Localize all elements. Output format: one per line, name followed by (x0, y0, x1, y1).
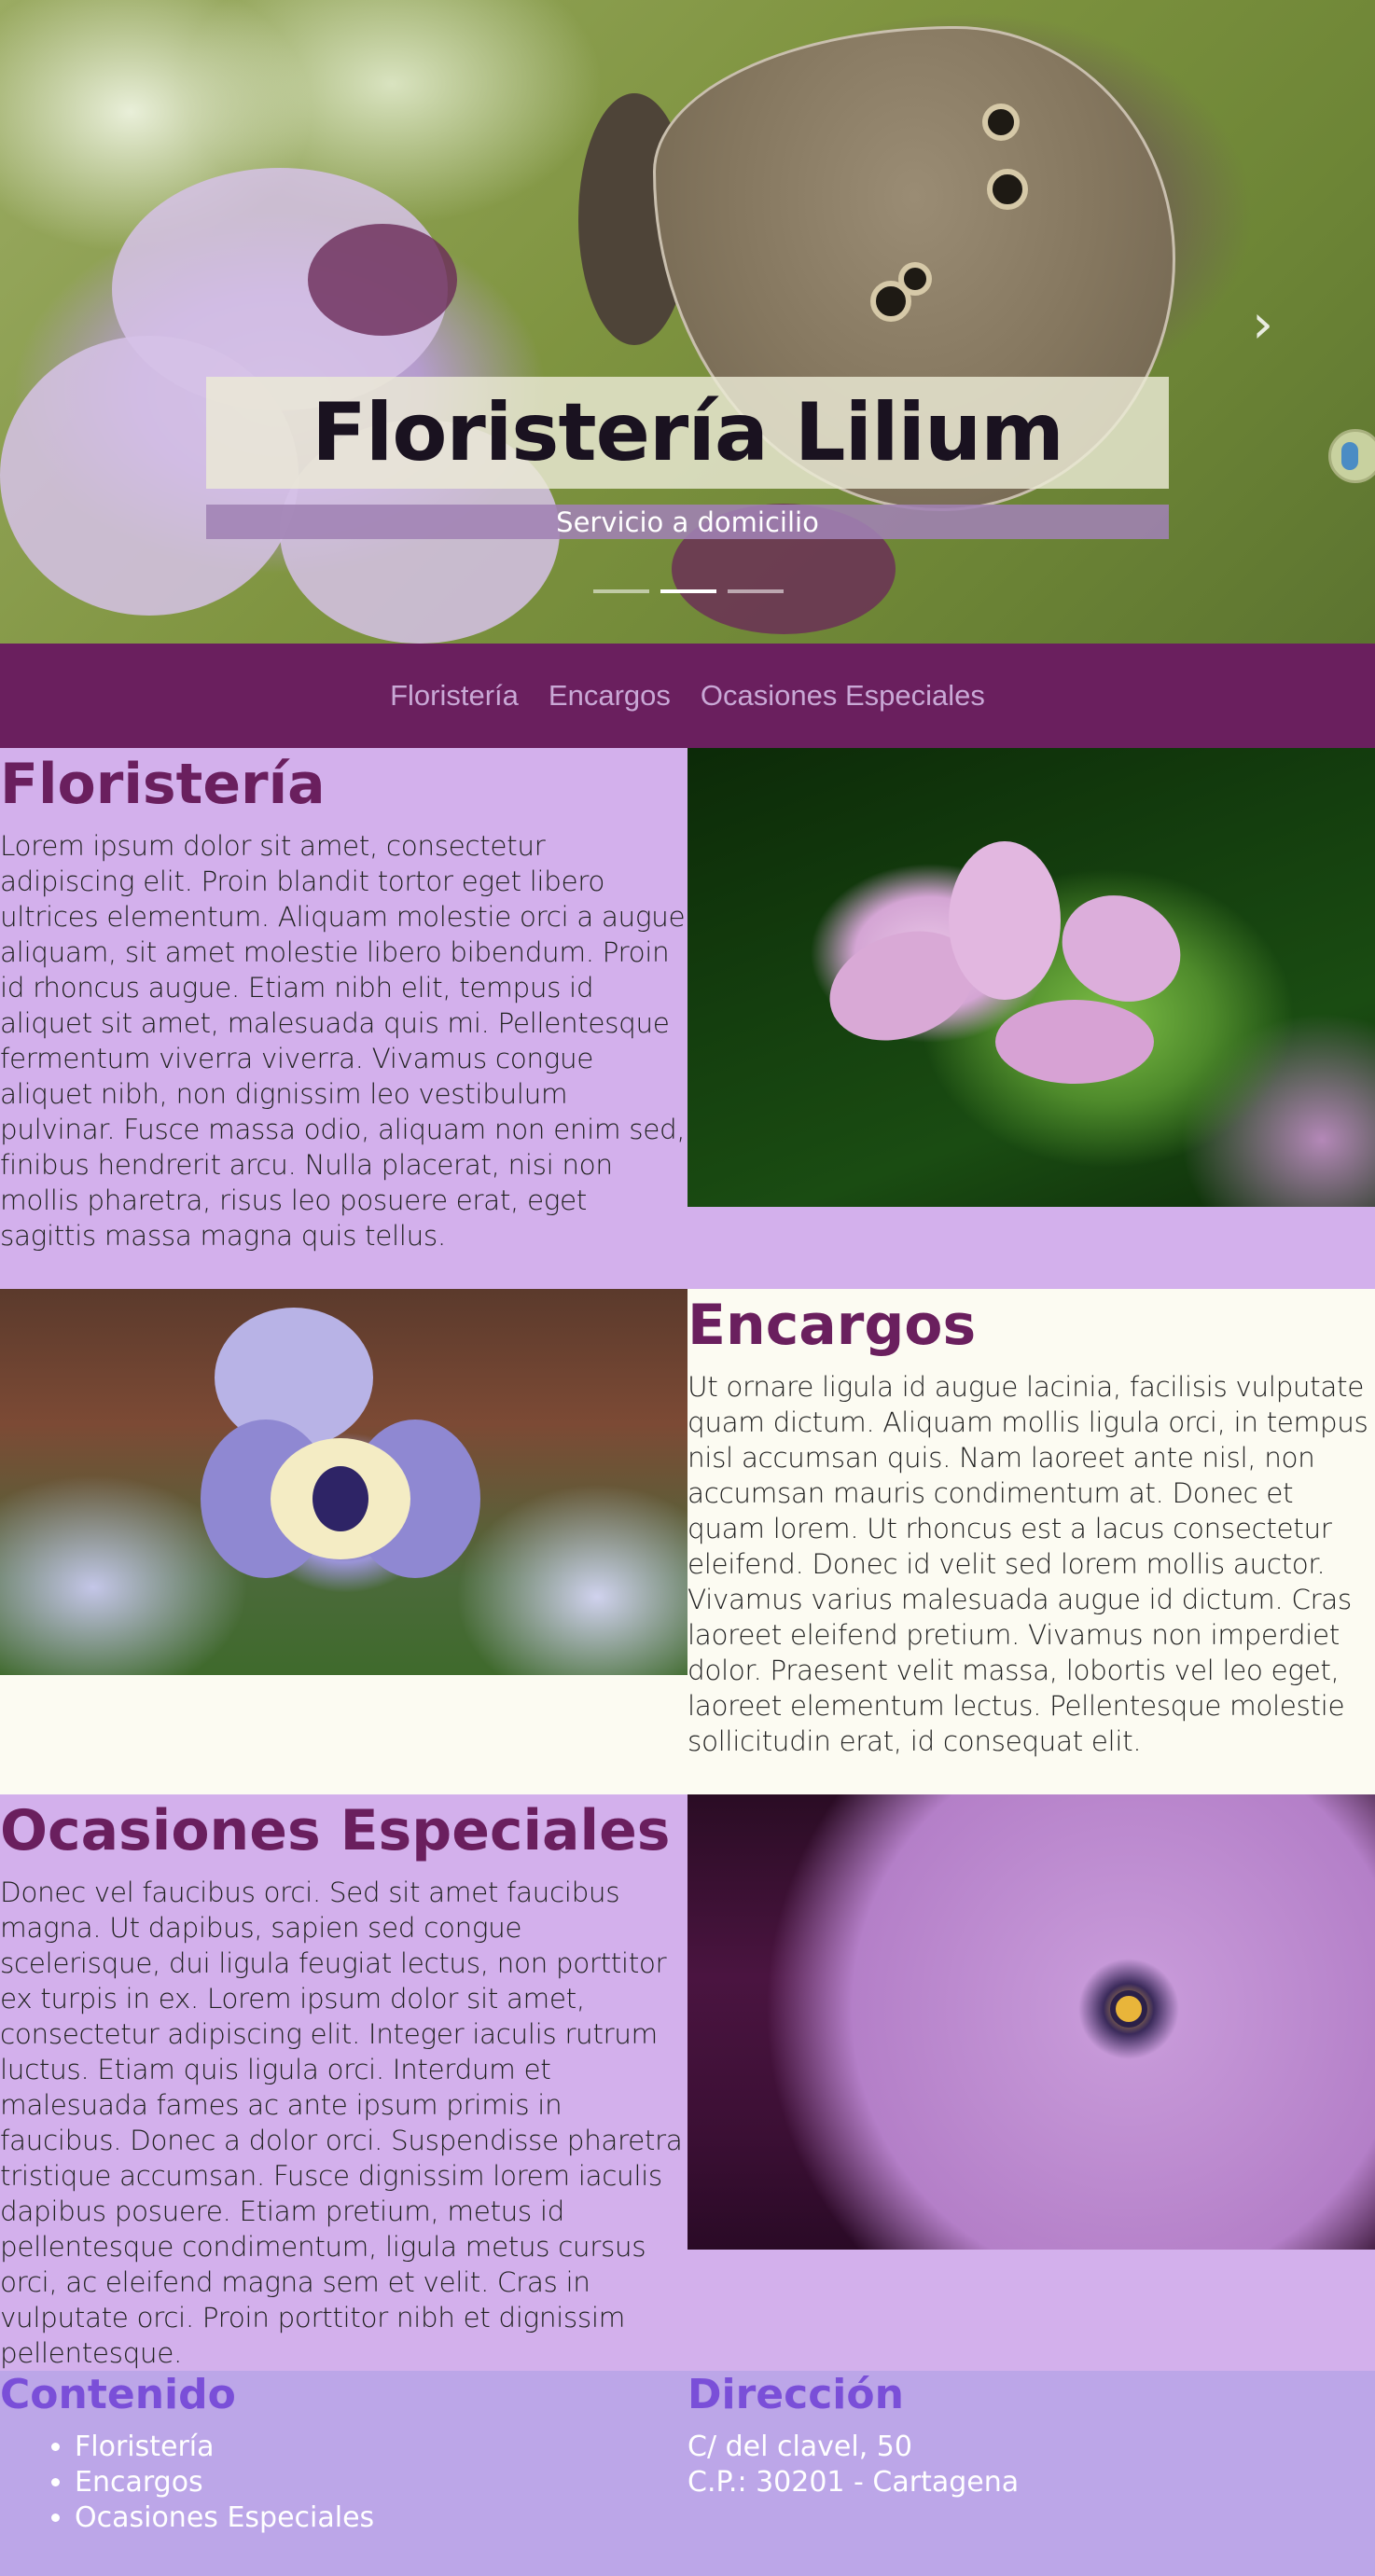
section-encargos: Encargos Ut ornare ligula id augue lacin… (0, 1289, 1375, 1794)
hero-title: Floristería Lilium (312, 386, 1064, 479)
daisy-image (688, 1794, 1375, 2250)
section-ocasiones-especiales: Ocasiones Especiales Donec vel faucibus … (0, 1794, 1375, 2371)
voice-assistant-button[interactable] (1328, 429, 1375, 483)
footer-content-list: Floristería Encargos Ocasiones Especiale… (0, 2430, 688, 2536)
footer-link-encargos[interactable]: Encargos (75, 2465, 688, 2500)
hero-carousel: Floristería Lilium Servicio a domicilio … (0, 0, 1375, 644)
section-image-column (0, 1289, 688, 1794)
section-floristeria: Floristería Lorem ipsum dolor sit amet, … (0, 748, 1375, 1289)
section-text: Lorem ipsum dolor sit amet, consectetur … (0, 830, 686, 1252)
section-image-column (688, 1794, 1375, 2371)
carousel-indicator-3[interactable] (728, 589, 784, 593)
footer-direccion-title: Dirección (688, 2371, 904, 2418)
section-text: Donec vel faucibus orci. Sed sit amet fa… (0, 1877, 683, 2369)
section-image-column (688, 748, 1375, 1289)
carousel-indicator-2[interactable] (660, 589, 716, 593)
hero-image-flower-bud (308, 224, 457, 336)
address-line: C/ del clavel, 50 (688, 2430, 912, 2463)
section-title: Floristería (0, 752, 326, 817)
hero-caption-title-box: Floristería Lilium (206, 377, 1169, 489)
section-text-column: Encargos Ut ornare ligula id augue lacin… (688, 1289, 1375, 1794)
chevron-right-icon[interactable]: › (1252, 297, 1273, 351)
footer-link-floristeria[interactable]: Floristería (75, 2430, 688, 2465)
hero-caption-subtitle-box: Servicio a domicilio (206, 505, 1169, 539)
footer-link-ocasiones-especiales[interactable]: Ocasiones Especiales (75, 2500, 688, 2536)
footer-direccion: Dirección C/ del clavel, 50 C.P.: 30201 … (688, 2371, 1375, 2576)
peach-blossom-image (688, 748, 1375, 1207)
pansy-image (0, 1289, 688, 1675)
hero-subtitle: Servicio a domicilio (556, 506, 819, 538)
footer-contenido-title: Contenido (0, 2371, 236, 2418)
nav-link-floristeria[interactable]: Floristería (390, 679, 519, 713)
section-title: Encargos (688, 1293, 977, 1358)
microphone-icon (1341, 442, 1358, 470)
section-title: Ocasiones Especiales (0, 1798, 671, 1863)
nav-link-encargos[interactable]: Encargos (549, 679, 671, 713)
main-nav: Floristería Encargos Ocasiones Especiale… (0, 644, 1375, 748)
postal-code-line: C.P.: 30201 - Cartagena (688, 2465, 1020, 2499)
carousel-indicators (593, 589, 784, 593)
nav-link-ocasiones-especiales[interactable]: Ocasiones Especiales (701, 679, 985, 713)
carousel-indicator-1[interactable] (593, 589, 649, 593)
section-text-column: Ocasiones Especiales Donec vel faucibus … (0, 1794, 688, 2371)
section-text-column: Floristería Lorem ipsum dolor sit amet, … (0, 748, 688, 1289)
section-text: Ut ornare ligula id augue lacinia, facil… (688, 1371, 1368, 1757)
footer: Contenido Floristería Encargos Ocasiones… (0, 2371, 1375, 2576)
footer-contenido: Contenido Floristería Encargos Ocasiones… (0, 2371, 688, 2576)
